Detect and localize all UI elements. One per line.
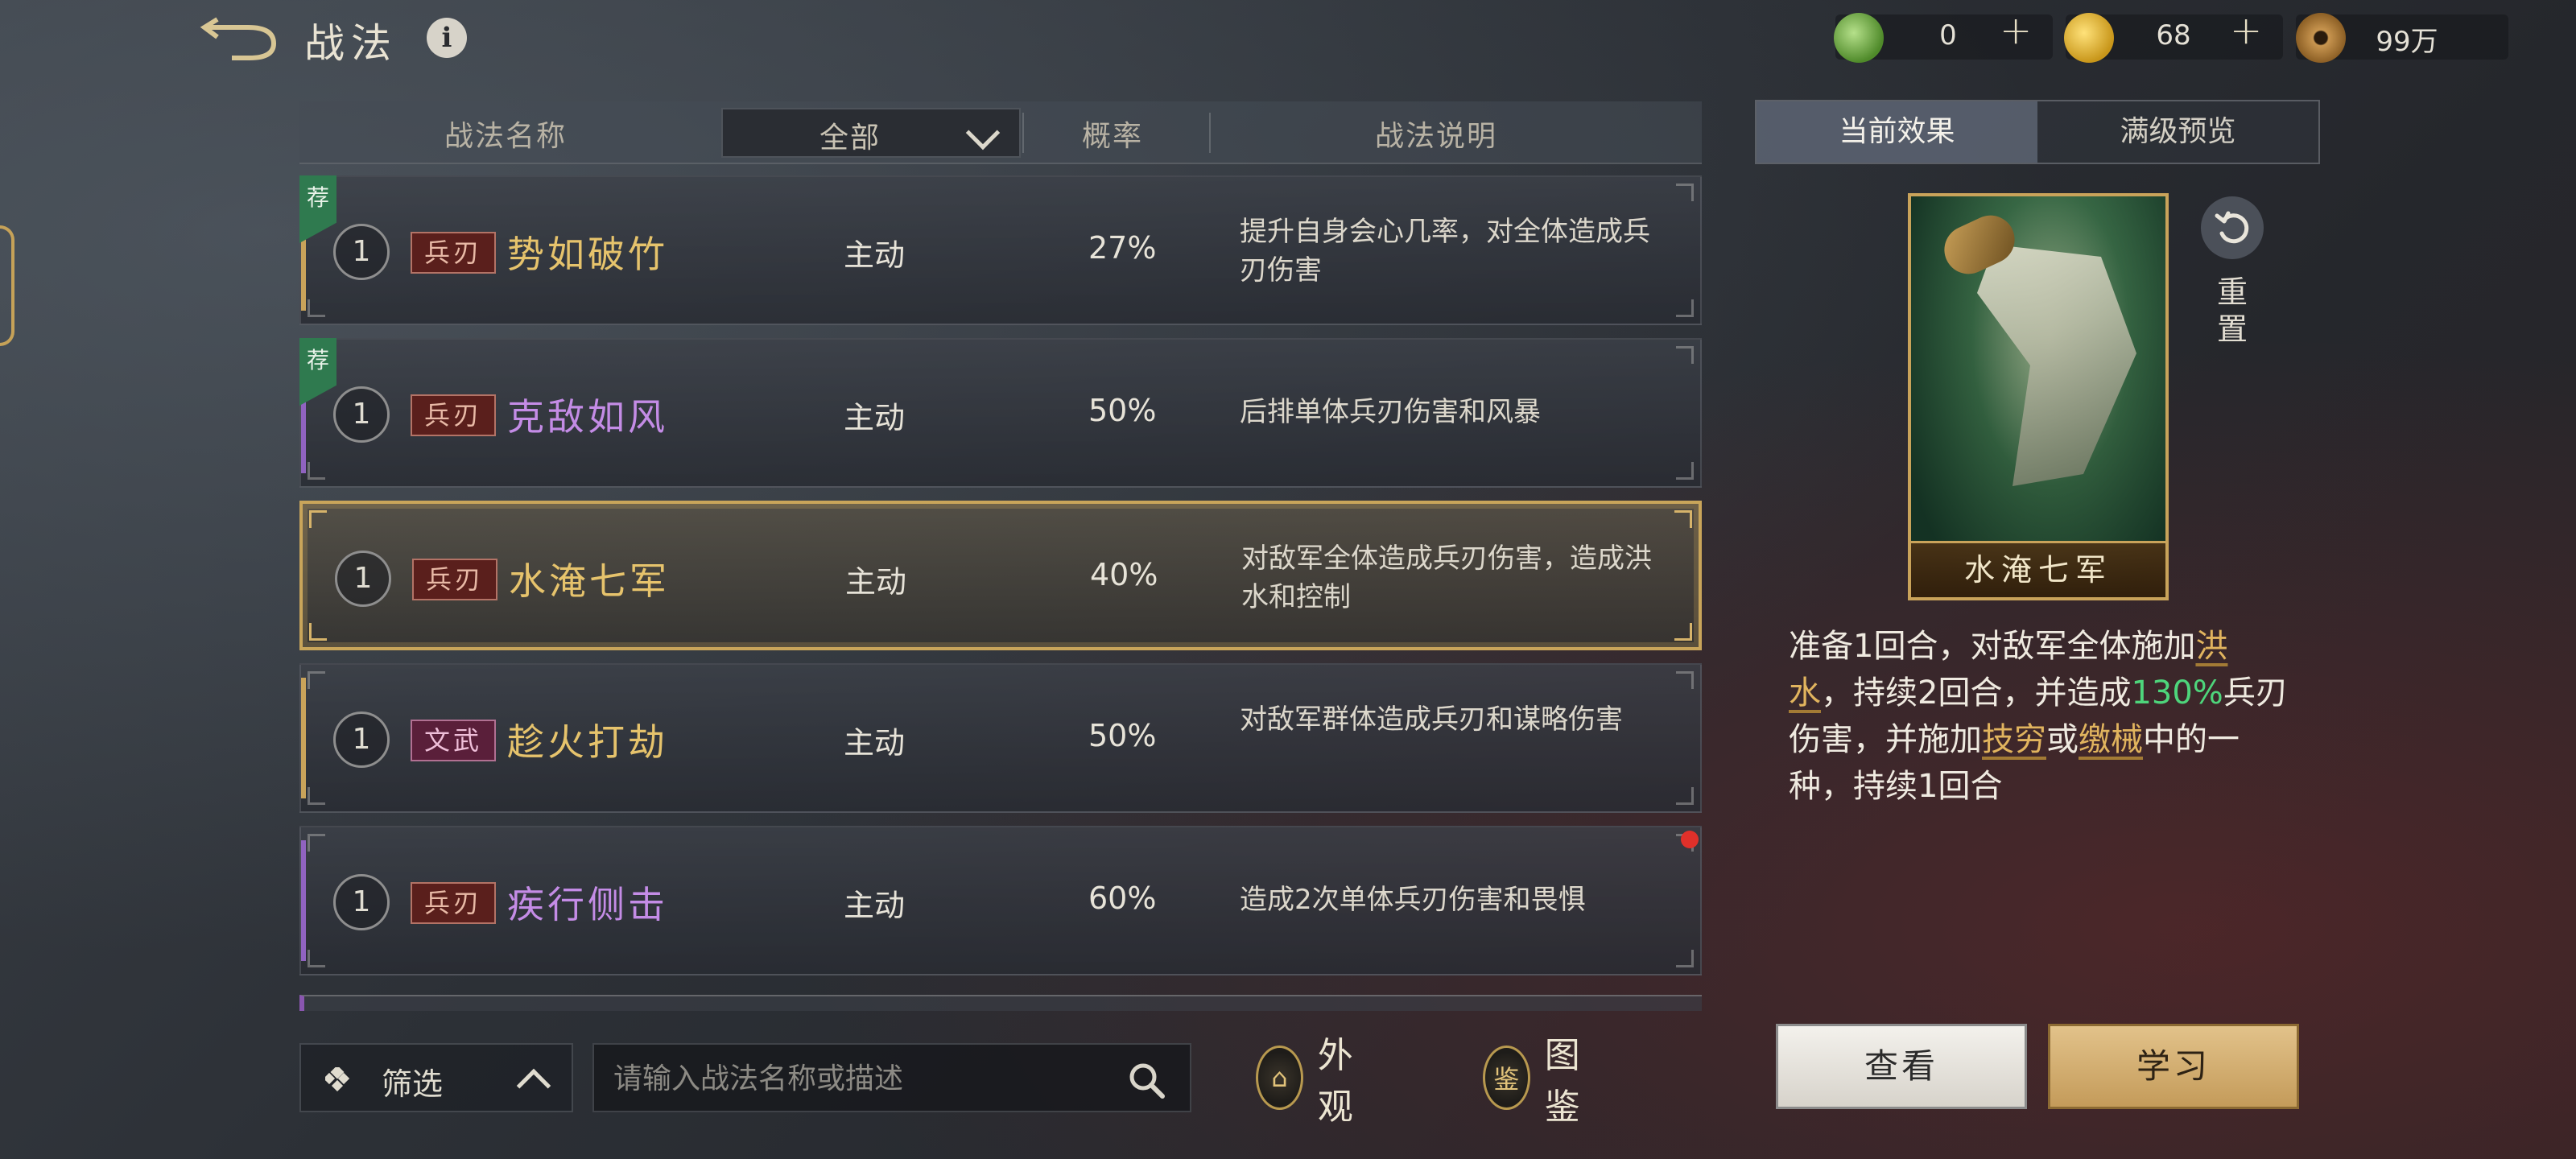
column-header-desc: 战法说明 bbox=[1375, 120, 1498, 153]
card-name: 水淹七军 bbox=[1911, 541, 2165, 597]
column-header-rate: 概率 bbox=[1082, 120, 1144, 153]
list-header: 战法名称 全部 概率 战法说明 bbox=[299, 101, 1702, 164]
keyword-exhausted[interactable]: 技穷 bbox=[1982, 721, 2046, 758]
dropdown-selected-label: 全部 bbox=[819, 122, 881, 155]
filter-diamond-icon bbox=[325, 1067, 349, 1091]
codex-button[interactable]: 鉴 图鉴 bbox=[1483, 1035, 1602, 1128]
tactic-row[interactable]: 荐 1 兵刃 势如破竹 主动 27% 提升自身会心几率，对全体造成兵刃伤害 bbox=[299, 175, 1702, 325]
level-badge: 1 bbox=[333, 224, 390, 280]
gold-coin-icon bbox=[2064, 13, 2114, 63]
reset-button[interactable] bbox=[2201, 196, 2264, 259]
search-icon[interactable] bbox=[1127, 1061, 1167, 1101]
column-header-name: 战法名称 bbox=[444, 120, 568, 153]
copper-coin-icon bbox=[2296, 13, 2346, 63]
tactic-row[interactable]: 1 兵刃 疾行侧击 主动 60% 造成2次单体兵刃伤害和畏惧 bbox=[299, 826, 1702, 975]
header-divider bbox=[1209, 113, 1211, 153]
level-badge: 1 bbox=[333, 386, 390, 443]
keyword-disarm[interactable]: 缴械 bbox=[2079, 721, 2143, 758]
chevron-down-icon bbox=[965, 115, 1001, 151]
tactic-rate: 50% bbox=[1088, 393, 1157, 428]
tactic-rate: 27% bbox=[1088, 230, 1157, 266]
appearance-button[interactable]: ⌂ 外观 bbox=[1256, 1035, 1375, 1128]
damage-type-tag: 文武 bbox=[411, 720, 496, 761]
tactic-type: 主动 bbox=[844, 237, 906, 273]
page-title: 战法 bbox=[304, 20, 398, 67]
appearance-label: 外观 bbox=[1317, 1035, 1358, 1128]
filter-button[interactable]: 筛选 bbox=[299, 1043, 573, 1112]
category-filter-dropdown[interactable]: 全部 bbox=[721, 108, 1021, 158]
damage-type-tag: 兵刃 bbox=[412, 559, 497, 600]
gold-value: 68 bbox=[2156, 19, 2191, 52]
row-quality-edge bbox=[301, 678, 306, 798]
chevron-up-icon bbox=[516, 1068, 551, 1103]
info-icon[interactable]: i bbox=[427, 18, 467, 58]
tactic-card: 水淹七军 bbox=[1908, 193, 2169, 600]
damage-type-tag: 兵刃 bbox=[411, 232, 496, 274]
tactic-row-partial[interactable] bbox=[299, 995, 1702, 1011]
side-tab-handle[interactable] bbox=[0, 225, 14, 346]
tactic-rate: 40% bbox=[1090, 557, 1158, 592]
level-badge: 1 bbox=[335, 551, 391, 607]
filter-label: 筛选 bbox=[382, 1066, 444, 1102]
back-arrow-icon bbox=[200, 17, 277, 60]
tactic-detail-panel: 当前效果 满级预览 水淹七军 重置 准备1回合，对敌军全体施加洪水，持续2回合，… bbox=[1755, 100, 2320, 1114]
learn-button[interactable]: 学习 bbox=[2048, 1024, 2299, 1109]
tactic-description: 后排单体兵刃伤害和风暴 bbox=[1240, 396, 1541, 428]
blade-illustration bbox=[1977, 245, 2136, 486]
back-button[interactable] bbox=[200, 16, 280, 61]
tactic-type: 主动 bbox=[844, 888, 906, 923]
tactic-name: 水淹七军 bbox=[509, 559, 670, 603]
tactic-rate: 60% bbox=[1088, 881, 1157, 916]
top-bar: 战法 i 0 + 68 + 99万 bbox=[0, 0, 2576, 74]
recommended-badge: 荐 bbox=[299, 338, 336, 406]
tactic-description: 对敌军全体造成兵刃伤害，造成洪水和控制 bbox=[1241, 542, 1652, 613]
notification-dot bbox=[1681, 831, 1699, 848]
search-box[interactable] bbox=[592, 1043, 1191, 1112]
header-divider bbox=[1022, 113, 1024, 153]
pavilion-icon: ⌂ bbox=[1256, 1046, 1303, 1110]
damage-type-tag: 兵刃 bbox=[411, 882, 496, 924]
view-button[interactable]: 查看 bbox=[1776, 1024, 2027, 1109]
reset-label: 重置 bbox=[2216, 274, 2248, 347]
codex-icon: 鉴 bbox=[1483, 1046, 1530, 1110]
tab-current-effect[interactable]: 当前效果 bbox=[1757, 101, 2037, 163]
jade-coin-icon bbox=[1834, 13, 1884, 63]
tactic-description: 造成2次单体兵刃伤害和畏惧 bbox=[1240, 884, 1586, 916]
tactic-description: 对敌军群体造成兵刃和谋略伤害 bbox=[1240, 703, 1623, 736]
search-input[interactable] bbox=[613, 1056, 1113, 1101]
tab-max-level-preview[interactable]: 满级预览 bbox=[2037, 101, 2318, 163]
damage-type-tag: 兵刃 bbox=[411, 394, 496, 436]
effect-description: 准备1回合，对敌军全体施加洪水，持续2回合，并造成130%兵刃伤害，并施加技穷或… bbox=[1789, 628, 2288, 805]
tactic-name: 疾行侧击 bbox=[507, 883, 668, 926]
jade-value: 0 bbox=[1939, 19, 1957, 52]
tactic-name: 趁火打劫 bbox=[507, 720, 668, 764]
damage-percent: 130% bbox=[2131, 674, 2223, 711]
codex-label: 图鉴 bbox=[1544, 1035, 1585, 1128]
tactic-row[interactable]: 荐 1 兵刃 克敌如风 主动 50% 后排单体兵刃伤害和风暴 bbox=[299, 338, 1702, 488]
add-jade-button[interactable]: + bbox=[2000, 8, 2032, 53]
recommended-badge: 荐 bbox=[299, 175, 336, 243]
tactics-list-panel: 战法名称 全部 概率 战法说明 荐 1 兵刃 势如破竹 主动 27% 提升自身会… bbox=[299, 101, 1702, 1011]
add-gold-button[interactable]: + bbox=[2230, 8, 2262, 53]
row-quality-edge bbox=[301, 840, 306, 961]
refresh-icon bbox=[2215, 211, 2249, 244]
detail-tabs: 当前效果 满级预览 bbox=[1755, 100, 2320, 164]
tactic-type: 主动 bbox=[844, 400, 906, 435]
tactic-row-selected[interactable]: 1 兵刃 水淹七军 主动 40% 对敌军全体造成兵刃伤害，造成洪水和控制 bbox=[299, 501, 1702, 650]
tactic-name: 势如破竹 bbox=[507, 233, 668, 276]
tactic-type: 主动 bbox=[844, 725, 906, 761]
tactic-description: 提升自身会心几率，对全体造成兵刃伤害 bbox=[1240, 216, 1650, 287]
tactic-type: 主动 bbox=[845, 564, 907, 600]
level-badge: 1 bbox=[333, 874, 390, 930]
level-badge: 1 bbox=[333, 711, 390, 768]
copper-value: 99万 bbox=[2376, 26, 2438, 58]
tactic-rate: 50% bbox=[1088, 718, 1157, 753]
tactic-name: 克敌如风 bbox=[507, 395, 668, 439]
tactic-row[interactable]: 1 文武 趁火打劫 主动 50% 对敌军群体造成兵刃和谋略伤害 bbox=[299, 663, 1702, 813]
